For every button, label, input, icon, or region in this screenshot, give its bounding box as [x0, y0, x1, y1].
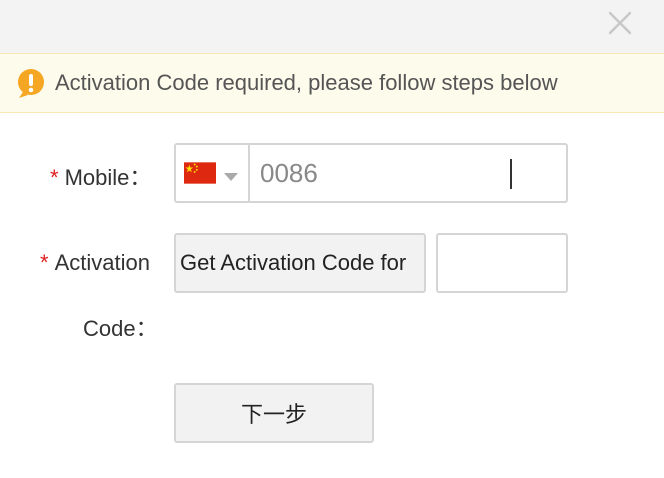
mobile-label-group: * Mobile：	[50, 160, 151, 192]
required-mark: *	[50, 165, 59, 190]
activation-label-line1: Activation	[54, 250, 150, 275]
notice-banner: Activation Code required, please follow …	[0, 53, 664, 113]
dialog-titlebar	[0, 0, 664, 53]
mobile-input[interactable]	[250, 145, 566, 201]
required-mark: *	[40, 250, 49, 275]
china-flag-icon	[184, 161, 216, 185]
mobile-label: Mobile：	[64, 165, 152, 190]
chevron-down-icon	[224, 169, 238, 181]
text-cursor	[510, 159, 512, 189]
warning-icon	[15, 67, 47, 99]
mobile-field	[174, 143, 568, 203]
activation-label-line2: Code：	[83, 316, 158, 341]
next-step-button[interactable]: 下一步	[174, 383, 374, 443]
country-selector[interactable]	[176, 145, 250, 201]
get-activation-code-button[interactable]: Get Activation Code for	[174, 233, 426, 293]
notice-text: Activation Code required, please follow …	[55, 70, 558, 95]
close-icon[interactable]	[606, 8, 634, 38]
activation-code-input[interactable]	[436, 233, 568, 293]
activation-label-group: * Activation	[40, 250, 150, 276]
